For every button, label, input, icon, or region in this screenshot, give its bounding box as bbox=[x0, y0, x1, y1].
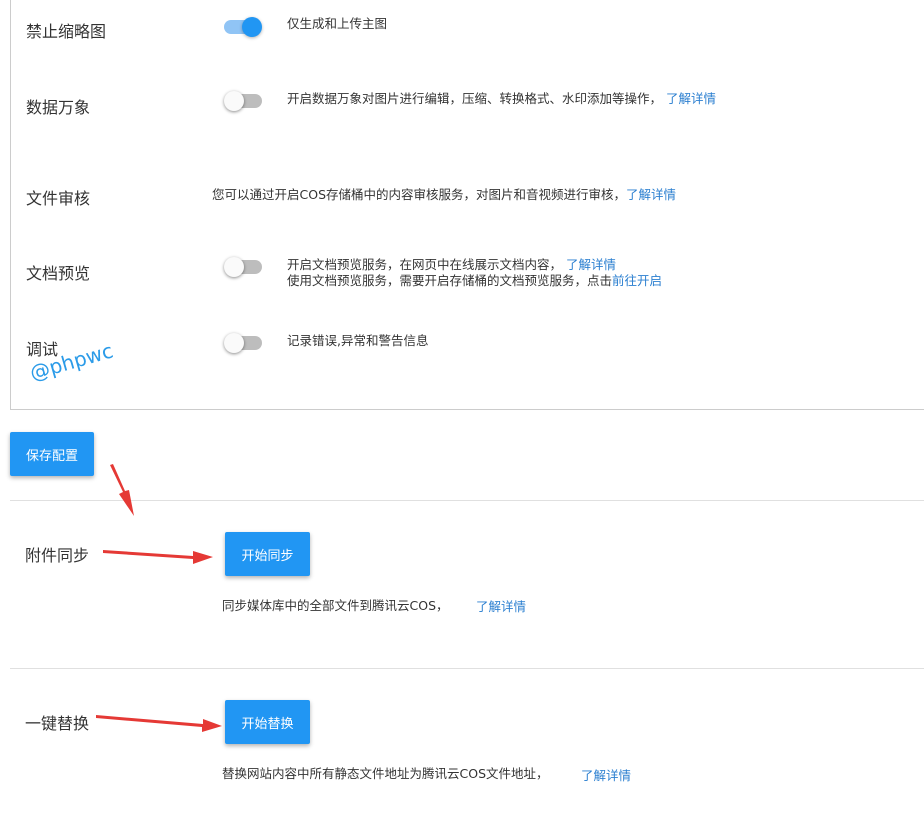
doc-preview-link[interactable]: 了解详情 bbox=[566, 257, 616, 272]
desc-text: 您可以通过开启COS存储桶中的内容审核服务，对图片和音视频进行审核， bbox=[212, 187, 627, 202]
debug-desc: 记录错误,异常和警告信息 bbox=[287, 333, 429, 348]
data-wanxiang-label: 数据万象 bbox=[26, 98, 91, 117]
data-wanxiang-desc: 开启数据万象对图片进行编辑，压缩、转换格式、水印添加等操作， 了解详情 bbox=[287, 90, 716, 107]
audit-desc: 您可以通过开启COS存储桶中的内容审核服务，对图片和音视频进行审核，了解详情 bbox=[212, 186, 676, 203]
toggle-knob bbox=[224, 333, 244, 353]
start-sync-button[interactable]: 开始同步 bbox=[225, 532, 310, 576]
toggle-knob bbox=[224, 257, 244, 277]
desc-text: 开启文档预览服务，在网页中在线展示文档内容， bbox=[287, 257, 563, 272]
settings-panel bbox=[10, 0, 924, 410]
data-wanxiang-link[interactable]: 了解详情 bbox=[666, 91, 716, 106]
replace-desc: 替换网站内容中所有静态文件地址为腾讯云COS文件地址， bbox=[222, 766, 549, 781]
thumbnail-label: 禁止缩略图 bbox=[26, 22, 107, 41]
sync-label: 附件同步 bbox=[25, 546, 90, 565]
debug-toggle[interactable] bbox=[224, 333, 262, 353]
doc-preview-label: 文档预览 bbox=[26, 264, 91, 283]
thumbnail-toggle[interactable] bbox=[224, 17, 262, 37]
arrow-down-icon bbox=[110, 464, 134, 516]
arrow-right-icon bbox=[103, 550, 213, 564]
data-wanxiang-toggle[interactable] bbox=[224, 91, 262, 111]
audit-label: 文件审核 bbox=[26, 189, 91, 208]
arrow-right-icon bbox=[96, 715, 222, 732]
doc-preview-toggle[interactable] bbox=[224, 257, 262, 277]
replace-link[interactable]: 了解详情 bbox=[581, 767, 631, 784]
desc-text: 使用文档预览服务，需要开启存储桶的文档预览服务，点击 bbox=[287, 273, 613, 288]
sync-desc: 同步媒体库中的全部文件到腾讯云COS， bbox=[222, 598, 449, 613]
doc-preview-desc-line1: 开启文档预览服务，在网页中在线展示文档内容， 了解详情 bbox=[287, 256, 616, 273]
doc-preview-desc-line2: 使用文档预览服务，需要开启存储桶的文档预览服务，点击前往开启 bbox=[287, 272, 662, 289]
divider bbox=[10, 500, 924, 501]
save-config-button[interactable]: 保存配置 bbox=[10, 432, 94, 476]
toggle-knob bbox=[224, 91, 244, 111]
audit-link[interactable]: 了解详情 bbox=[626, 187, 676, 202]
desc-text: 开启数据万象对图片进行编辑，压缩、转换格式、水印添加等操作， bbox=[287, 91, 663, 106]
thumbnail-desc: 仅生成和上传主图 bbox=[287, 16, 388, 31]
sync-link[interactable]: 了解详情 bbox=[476, 598, 526, 615]
start-replace-button[interactable]: 开始替换 bbox=[225, 700, 310, 744]
replace-label: 一键替换 bbox=[25, 714, 90, 733]
divider bbox=[10, 668, 924, 669]
doc-preview-open-link[interactable]: 前往开启 bbox=[612, 273, 662, 288]
toggle-knob bbox=[242, 17, 262, 37]
